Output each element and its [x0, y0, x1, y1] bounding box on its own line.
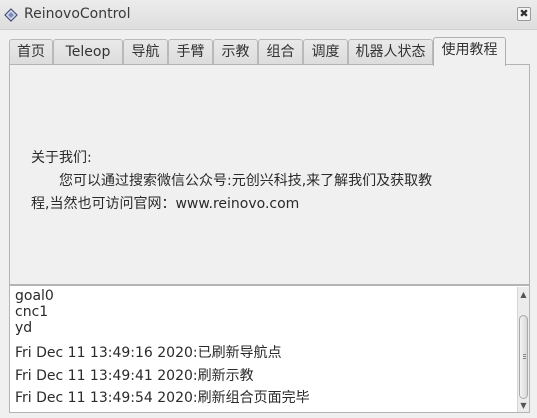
close-button[interactable]: ✖ — [517, 7, 531, 21]
window-title: ReinovoControl — [24, 6, 131, 22]
log-line: yd — [15, 320, 33, 336]
grip-icon — [523, 358, 526, 359]
tab-teleop[interactable]: Teleop — [53, 39, 123, 65]
diamond-app-icon — [4, 8, 18, 22]
log-line: Fri Dec 11 13:49:54 2020:刷新组合页面完毕 — [15, 390, 310, 406]
log-scrollbar[interactable]: ▲ ▼ — [517, 287, 529, 412]
main-window: ReinovoControl ✖ 首页 Teleop 导航 手臂 示教 组合 调… — [0, 0, 537, 418]
title-bar[interactable]: ReinovoControl ✖ — [0, 0, 537, 30]
grip-icon — [523, 356, 526, 357]
log-output[interactable]: goal0 cnc1 yd Fri Dec 11 13:49:16 2020:已… — [9, 285, 530, 413]
scroll-up-icon[interactable]: ▲ — [518, 289, 529, 300]
tab-combination[interactable]: 组合 — [258, 39, 303, 65]
log-line: Fri Dec 11 13:49:41 2020:刷新示教 — [15, 368, 254, 384]
tab-home[interactable]: 首页 — [9, 39, 53, 65]
scroll-down-icon[interactable]: ▼ — [518, 400, 529, 411]
log-line: goal0 — [15, 288, 54, 304]
tab-bar: 首页 Teleop 导航 手臂 示教 组合 调度 机器人状态 使用教程 — [9, 37, 529, 66]
about-text-line-2: 程,当然也可访问官网：www.reinovo.com — [31, 196, 300, 212]
about-text-line-1: 您可以通过搜索微信公众号:元创兴科技,来了解我们及获取教 — [59, 173, 433, 189]
tab-teach[interactable]: 示教 — [213, 39, 258, 65]
log-line: cnc1 — [15, 304, 49, 320]
tab-navigation[interactable]: 导航 — [123, 39, 168, 65]
tutorial-panel: 关于我们: 您可以通过搜索微信公众号:元创兴科技,来了解我们及获取教 程,当然也… — [9, 64, 530, 285]
tab-robot-status[interactable]: 机器人状态 — [348, 39, 433, 65]
grip-icon — [523, 354, 526, 355]
log-line: Fri Dec 11 13:49:16 2020:已刷新导航点 — [15, 345, 282, 361]
scroll-thumb[interactable] — [519, 315, 528, 399]
tab-tutorial[interactable]: 使用教程 — [433, 37, 506, 66]
about-title: 关于我们: — [31, 150, 92, 166]
tab-scheduling[interactable]: 调度 — [303, 39, 348, 65]
tab-arm[interactable]: 手臂 — [168, 39, 213, 65]
